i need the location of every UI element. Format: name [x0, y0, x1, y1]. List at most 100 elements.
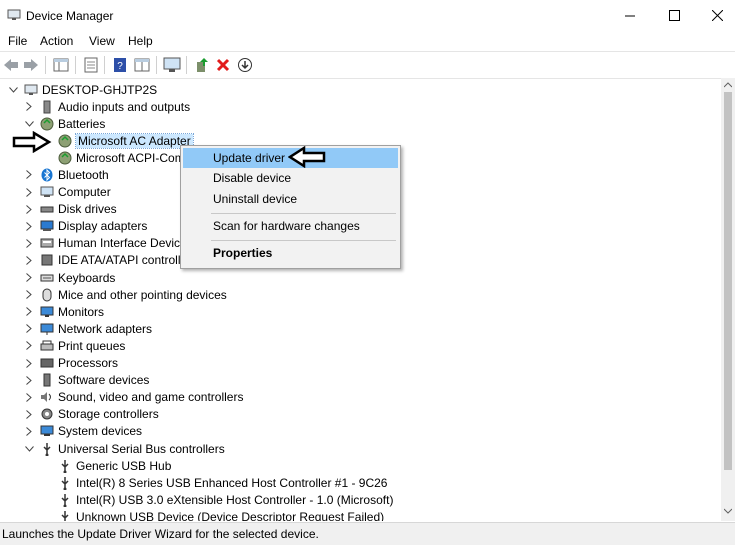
menu-help[interactable]: Help — [128, 34, 153, 48]
tree-node[interactable]: Intel(R) USB 3.0 eXtensible Host Control… — [42, 491, 393, 508]
battery-icon — [40, 117, 54, 131]
chevron-down-icon[interactable] — [24, 444, 34, 454]
tree-node[interactable]: Microsoft ACPI-Com — [42, 149, 185, 166]
window-title: Device Manager — [26, 9, 114, 23]
tree-node[interactable]: Mice and other pointing devices — [24, 286, 227, 303]
properties-menu-item[interactable]: Properties — [183, 243, 398, 263]
tree-node[interactable]: Keyboards — [24, 269, 115, 286]
minimize-button[interactable] — [607, 0, 653, 31]
tree-node[interactable]: Display adapters — [24, 218, 147, 235]
mouse-icon — [40, 288, 54, 302]
tree-node-label: Disk drives — [58, 202, 117, 217]
keyboard-icon — [40, 271, 54, 285]
annotation-arrow-right-icon — [12, 131, 52, 153]
chevron-right-icon[interactable] — [24, 358, 34, 368]
tree-node[interactable]: IDE ATA/ATAPI controlle — [24, 252, 187, 269]
update-driver-toolbar-button[interactable] — [193, 56, 211, 74]
view-toolbar-button[interactable] — [133, 56, 151, 74]
properties-toolbar-button[interactable] — [82, 56, 100, 74]
chevron-right-icon[interactable] — [24, 273, 34, 283]
back-button[interactable] — [2, 56, 20, 74]
menu-separator — [211, 213, 396, 214]
tree-node[interactable]: Computer — [24, 184, 111, 201]
close-button[interactable] — [694, 0, 735, 31]
chevron-right-icon[interactable] — [24, 426, 34, 436]
view-icon — [134, 58, 150, 72]
help-toolbar-button[interactable]: ? — [111, 56, 129, 74]
chevron-down-icon[interactable] — [8, 85, 18, 95]
chevron-right-icon[interactable] — [24, 170, 34, 180]
tree-node[interactable]: Generic USB Hub — [42, 457, 171, 474]
tree-node-label: Microsoft ACPI-Com — [76, 150, 185, 165]
tree-node[interactable]: Print queues — [24, 337, 125, 354]
menu-view[interactable]: View — [89, 34, 115, 48]
chevron-right-icon[interactable] — [24, 375, 34, 385]
storage-icon — [40, 407, 54, 421]
chevron-right-icon[interactable] — [24, 255, 34, 265]
disable-device-icon — [238, 58, 252, 72]
chevron-right-icon[interactable] — [24, 409, 34, 419]
hid-icon — [40, 236, 54, 250]
tree-node-label: Storage controllers — [58, 407, 159, 422]
forward-button[interactable] — [22, 56, 40, 74]
tree-node-label: Print queues — [58, 338, 126, 353]
maximize-button[interactable] — [651, 0, 697, 31]
tree-node[interactable]: Bluetooth — [24, 166, 109, 183]
tree-node-label: Processors — [58, 356, 119, 370]
chevron-right-icon[interactable] — [24, 221, 34, 231]
tree-node[interactable]: System devices — [24, 423, 142, 440]
chevron-right-icon[interactable] — [24, 290, 34, 300]
scroll-down-icon[interactable] — [724, 508, 732, 514]
scan-hardware-menu-item[interactable]: Scan for hardware changes — [183, 216, 398, 236]
uninstall-device-toolbar-button[interactable] — [214, 56, 232, 74]
scan-hardware-toolbar-button[interactable] — [163, 56, 181, 74]
software-device-icon — [40, 373, 54, 387]
tree-node[interactable]: Software devices — [24, 372, 149, 389]
tree-node[interactable]: Monitors — [24, 303, 104, 320]
chevron-right-icon[interactable] — [24, 392, 34, 402]
forward-arrow-icon — [24, 59, 38, 71]
disable-device-menu-item[interactable]: Disable device — [183, 168, 398, 188]
scrollbar-thumb[interactable] — [724, 92, 732, 470]
tree-node-label: Generic USB Hub — [76, 458, 172, 473]
tree-node[interactable]: Microsoft AC Adapter — [42, 132, 194, 149]
device-manager-icon — [7, 9, 21, 20]
scroll-up-icon[interactable] — [724, 82, 732, 88]
chevron-right-icon[interactable] — [24, 307, 34, 317]
tree-node[interactable]: Sound, video and game controllers — [24, 389, 243, 406]
chevron-right-icon[interactable] — [24, 341, 34, 351]
tree-node[interactable]: Network adapters — [24, 320, 152, 337]
tree-node[interactable]: Human Interface Device — [24, 235, 187, 252]
menu-action[interactable]: Action — [40, 34, 73, 48]
tree-node[interactable]: Audio inputs and outputs — [24, 98, 190, 115]
tree-node[interactable]: Processors — [24, 355, 118, 372]
tree-node[interactable]: Storage controllers — [24, 406, 159, 423]
chevron-right-icon[interactable] — [24, 238, 34, 248]
tree-root[interactable]: DESKTOP-GHJTP2S — [8, 81, 157, 98]
vertical-scrollbar[interactable] — [721, 78, 735, 521]
disable-device-toolbar-button[interactable] — [236, 56, 254, 74]
chevron-right-icon[interactable] — [24, 324, 34, 334]
tree-node[interactable]: Universal Serial Bus controllers — [24, 440, 225, 457]
red-x-icon — [216, 58, 230, 72]
tree-node[interactable]: Batteries — [24, 115, 105, 132]
menu-file[interactable]: File — [8, 34, 27, 48]
tree-node[interactable]: Disk drives — [24, 201, 117, 218]
tree-node-label: Monitors — [58, 304, 105, 319]
scan-hardware-label: Scan for hardware changes — [213, 219, 360, 233]
computer-icon — [40, 185, 54, 199]
back-arrow-icon — [4, 59, 18, 71]
show-hide-console-tree-button[interactable] — [52, 56, 70, 74]
properties-icon — [84, 57, 98, 73]
chevron-right-icon[interactable] — [24, 102, 34, 112]
chevron-right-icon[interactable] — [24, 187, 34, 197]
svg-text:?: ? — [117, 61, 123, 72]
uninstall-device-menu-item[interactable]: Uninstall device — [183, 189, 398, 209]
chevron-right-icon[interactable] — [24, 204, 34, 214]
tree-node[interactable]: Intel(R) 8 Series USB Enhanced Host Cont… — [42, 474, 387, 491]
tree-node[interactable]: Unknown USB Device (Device Descriptor Re… — [42, 508, 384, 521]
chevron-down-icon[interactable] — [24, 119, 34, 129]
tree-node-label: Computer — [58, 185, 111, 199]
